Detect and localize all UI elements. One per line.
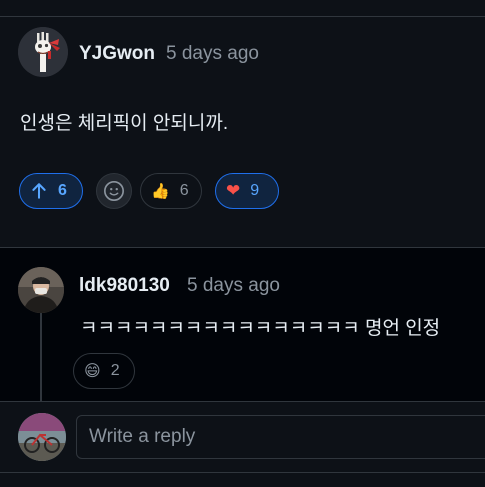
comment-author[interactable]: YJGwon	[79, 43, 155, 65]
reaction-count: 9	[250, 182, 260, 199]
smiley-icon	[104, 181, 124, 201]
reaction-thumbs-up[interactable]: 👍 6	[140, 173, 202, 209]
arrow-up-icon	[32, 183, 46, 199]
reaction-grinning-face[interactable]: 😄 2	[73, 353, 135, 389]
reply-author[interactable]: ldk980130	[79, 275, 170, 297]
upvote-button[interactable]: 6	[19, 173, 83, 209]
comment-avatar[interactable]	[18, 27, 68, 77]
reply-input[interactable]	[76, 415, 485, 459]
bottom-border	[0, 472, 485, 473]
forky-avatar-icon	[18, 27, 68, 77]
add-reaction-button[interactable]	[96, 173, 132, 209]
heart-icon: ❤	[226, 181, 241, 200]
reply-timestamp[interactable]: 5 days ago	[187, 275, 280, 297]
comment-timestamp[interactable]: 5 days ago	[166, 43, 259, 65]
thumbs-up-icon: 👍	[151, 183, 170, 200]
reply-avatar[interactable]	[18, 267, 64, 313]
reaction-heart[interactable]: ❤ 9	[215, 173, 279, 209]
person-photo-avatar-icon	[18, 267, 64, 313]
comment-body: 인생은 체리픽이 안되니까.	[20, 113, 229, 134]
thread-line	[40, 313, 42, 402]
reaction-count: 6	[179, 182, 189, 199]
upvote-count: 6	[58, 182, 67, 199]
bicycle-photo-avatar-icon	[18, 413, 66, 461]
grinning-face-icon: 😄	[84, 363, 101, 380]
reaction-count: 2	[110, 362, 120, 379]
current-user-avatar[interactable]	[18, 413, 66, 461]
reply-body: ㅋㅋㅋㅋㅋㅋㅋㅋㅋㅋㅋㅋㅋㅋㅋㅋ 명언 인정	[80, 318, 441, 339]
